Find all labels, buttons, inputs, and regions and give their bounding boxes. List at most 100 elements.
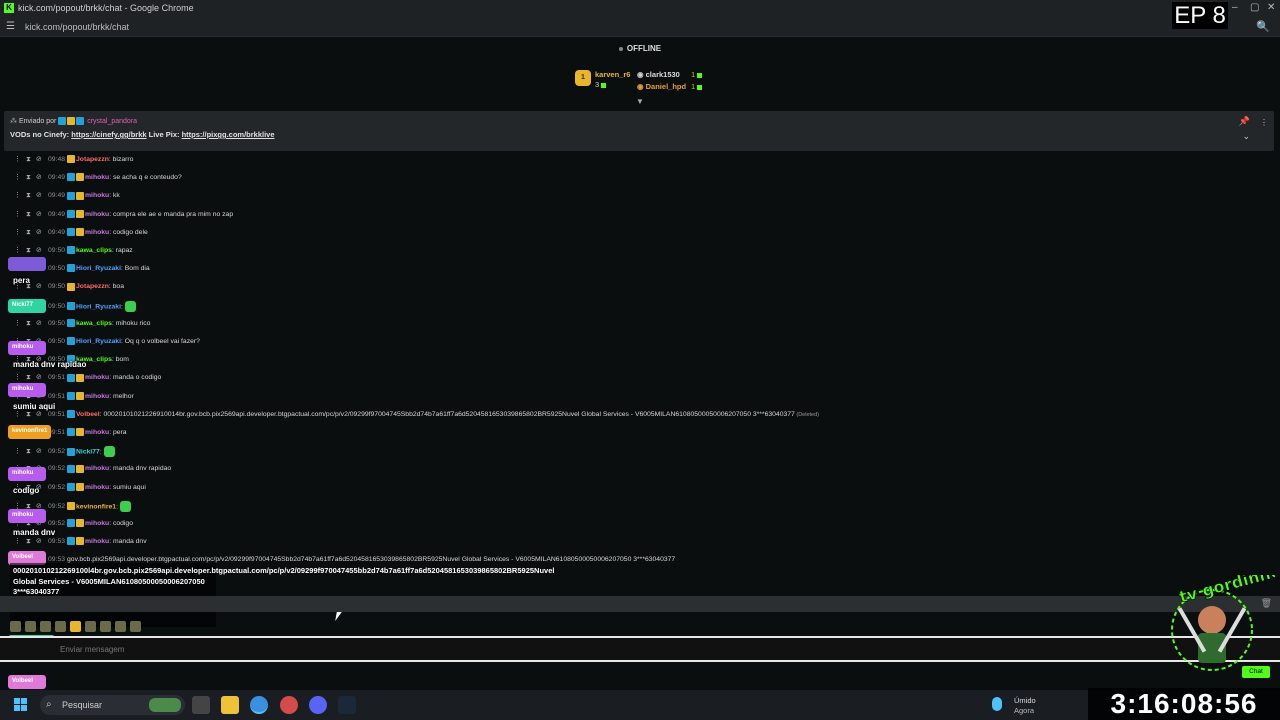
task-view-icon[interactable]: [192, 696, 210, 714]
mod-tools-icon[interactable]: ⋮⧗⊘: [14, 191, 48, 200]
message-username[interactable]: mihoku: [85, 174, 109, 181]
emote-icon[interactable]: [10, 621, 21, 632]
overlay-username-label: mihoku: [8, 383, 46, 397]
leader-value-3: 1: [691, 82, 703, 91]
pinned-menu-icon[interactable]: ⋮: [1260, 118, 1268, 127]
gift-leaderboard: 1 karven_r6 3 ◉ clark1530 1 ◉ Daniel_hpd…: [575, 68, 715, 94]
chat-message[interactable]: ⋮⧗⊘09:49 mihoku: kk: [14, 191, 120, 205]
mod-tools-icon[interactable]: ⋮⧗⊘: [14, 228, 48, 237]
address-bar: ☰ kick.com/popout/brkk/chat 🔍: [0, 17, 1280, 37]
message-username[interactable]: mihoku: [85, 192, 109, 199]
emote-icon[interactable]: [70, 621, 81, 632]
emote-icon[interactable]: [40, 621, 51, 632]
leader-value-2: 1: [691, 70, 703, 79]
taskbar-search[interactable]: ⌕ Pesquisar: [40, 695, 185, 715]
gold-badge-icon: [76, 191, 85, 200]
emote-icon[interactable]: [100, 621, 111, 632]
rank-hex-icon: 1: [575, 70, 591, 86]
message-username[interactable]: mihoku: [85, 211, 109, 218]
chat-message[interactable]: ⋮⧗⊘09:49 mihoku: se acha q e conteudo?: [14, 173, 182, 187]
mod-tools-icon[interactable]: ⋮⧗⊘: [14, 210, 48, 219]
weather-time: Agora: [1014, 706, 1035, 715]
chat-message[interactable]: ⋮⧗⊘09:48 Jotapezzn: bizarro: [14, 155, 133, 169]
taskbar-search-label: Pesquisar: [62, 700, 103, 710]
window-title: kick.com/popout/brkk/chat - Google Chrom…: [18, 3, 194, 13]
message-timestamp: 09:49: [48, 174, 66, 182]
logo-text: tv gordinho no pinho: [1177, 575, 1275, 607]
gold-badge-icon: [76, 209, 85, 218]
more-options-icon[interactable]: ⌄: [1242, 131, 1250, 142]
message-timestamp: 09:48: [48, 156, 66, 163]
overlay-pix-code: 000201010212269100l4br.gov.bcb.pix2569ap…: [10, 563, 554, 627]
message-username[interactable]: mihoku: [85, 229, 109, 236]
episode-badge: EP 8: [1172, 2, 1228, 29]
overlay-message-text: manda dnv rapidao: [13, 360, 87, 369]
search-icon: ⌕: [46, 699, 52, 710]
mod-tools-icon[interactable]: ⋮⧗⊘: [14, 155, 48, 164]
close-icon[interactable]: ✕: [1267, 2, 1275, 13]
pixgg-link[interactable]: https://pixgg.com/brkklive: [182, 130, 275, 139]
blue-badge-icon: [67, 228, 76, 236]
message-timestamp: 09:49: [48, 192, 66, 200]
emote-icon[interactable]: [55, 621, 66, 632]
message-text: se acha q e conteudo?: [112, 174, 182, 182]
gold-badge-icon: [67, 155, 76, 164]
message-timestamp: 09:49: [48, 210, 66, 218]
emote-icon[interactable]: [115, 621, 126, 632]
mod-tools-icon[interactable]: ⋮⧗⊘: [14, 246, 48, 255]
status-dot-icon: [618, 46, 623, 51]
gold-badge-icon: [76, 173, 85, 182]
blue-badge-icon: [67, 191, 76, 200]
stream-status-label: OFFLINE: [626, 44, 662, 53]
chat-message[interactable]: ⋮⧗⊘09:49 mihoku: compra ele ae e manda pr…: [14, 209, 233, 224]
expand-chevron-icon[interactable]: ▼: [636, 97, 644, 106]
message-timestamp: 09:49: [48, 228, 66, 236]
browser-titlebar: K kick.com/popout/brkk/chat - Google Chr…: [0, 0, 1280, 17]
leader-name-1[interactable]: karven_r6: [595, 70, 630, 79]
mod-tools-icon[interactable]: ⋮⧗⊘: [14, 173, 48, 182]
minimize-icon[interactable]: –: [1232, 2, 1238, 13]
app-icon[interactable]: [280, 696, 298, 714]
weather-widget[interactable]: Úmido Agora: [990, 694, 1050, 716]
stream-timer: 3:16:08:56: [1088, 688, 1280, 720]
kick-favicon-icon: K: [4, 3, 14, 13]
reply-bar: 🗑: [0, 596, 1280, 612]
pin-icon[interactable]: 📌: [1239, 116, 1250, 127]
overlay-message-text: codigo: [13, 486, 40, 495]
leader-name-3[interactable]: ◉ Daniel_hpd: [637, 82, 686, 91]
emote-icon[interactable]: [85, 621, 96, 632]
stream-status: OFFLINE: [0, 44, 1280, 53]
message-username[interactable]: Jotapezzn: [76, 156, 109, 163]
chat-message[interactable]: ⋮⧗⊘09:49 mihoku: codigo dele: [14, 228, 148, 242]
site-settings-icon[interactable]: ☰: [6, 21, 15, 32]
overlay-message-text: sumiu aqui: [13, 402, 56, 411]
overlay-username-label: mihoku: [8, 509, 46, 523]
overlay-username-label: [8, 257, 46, 271]
message-text: bizarro: [112, 156, 134, 163]
overlay-message-text: pera: [13, 276, 30, 285]
maximize-icon[interactable]: ▢: [1250, 2, 1259, 13]
overlay-message-text: manda dnv: [13, 528, 56, 537]
chrome-icon[interactable]: [250, 696, 268, 714]
discord-icon[interactable]: [309, 696, 327, 714]
message-username[interactable]: kawa_clips: [76, 247, 112, 254]
message-text: rapaz: [115, 247, 133, 254]
file-explorer-icon[interactable]: [221, 696, 239, 714]
emote-icon[interactable]: [130, 621, 141, 632]
emote-icon[interactable]: [25, 621, 36, 632]
pinned-message: ⁂ Enviado por crystal_pandora VODs no Ci…: [4, 111, 1274, 151]
leader-name-2[interactable]: ◉ clark1530: [637, 70, 680, 79]
chat-input[interactable]: Enviar mensagem: [0, 636, 1280, 662]
windows-start-icon[interactable]: [14, 698, 28, 712]
blue-badge-icon: [67, 173, 76, 182]
blue-badge-icon: [67, 209, 76, 218]
mouse-cursor-icon: [335, 612, 342, 621]
url-text[interactable]: kick.com/popout/brkk/chat: [25, 22, 129, 32]
chat-input-placeholder: Enviar mensagem: [60, 645, 125, 654]
cinefy-link[interactable]: https://cinefy.gg/brkk: [71, 130, 146, 139]
leader-value-1: 3: [595, 80, 607, 89]
steam-icon[interactable]: [338, 696, 356, 714]
gold-badge-icon: [76, 228, 85, 236]
zoom-icon[interactable]: 🔍: [1256, 20, 1270, 33]
quick-emote-row: [10, 619, 170, 633]
